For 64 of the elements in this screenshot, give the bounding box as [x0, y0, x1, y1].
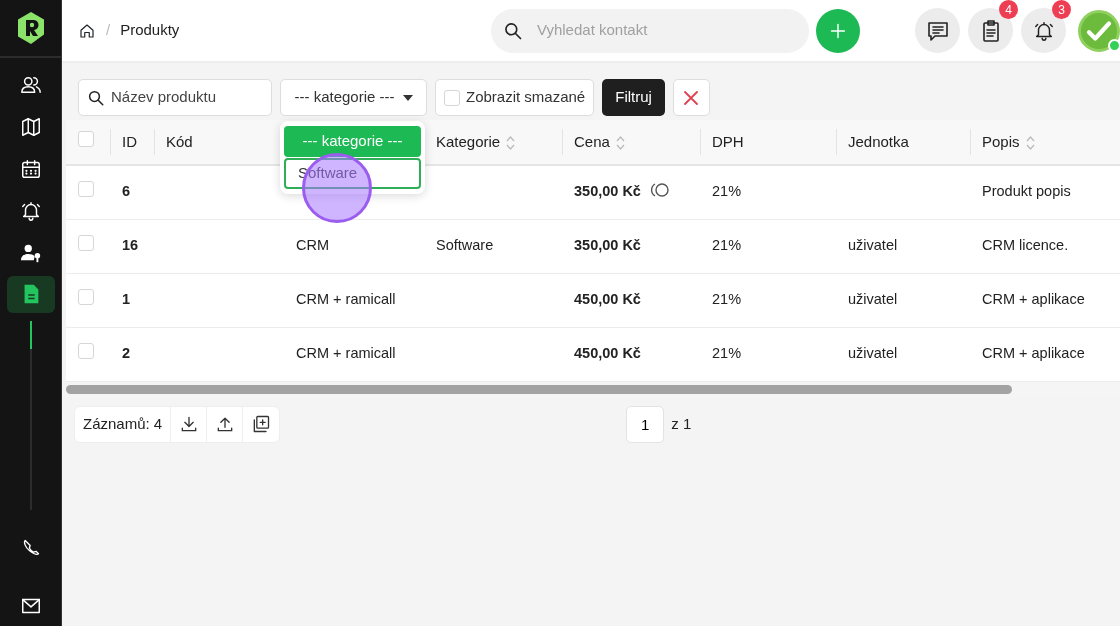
- table-cell: 21%: [712, 345, 742, 362]
- table-cell: Software: [436, 237, 494, 254]
- table-cell: CRM: [296, 237, 330, 254]
- table-cell: 350,00 Kč: [574, 183, 641, 200]
- logo-icon[interactable]: [15, 11, 46, 46]
- column-header: Kód: [166, 132, 193, 150]
- count-badge: 4: [999, 0, 1018, 19]
- column-header[interactable]: Cena: [574, 132, 610, 150]
- clear-button[interactable]: [672, 79, 710, 116]
- calendar-icon: [19, 157, 42, 180]
- sidebar-item[interactable]: [6, 275, 55, 313]
- column-header: DPH: [712, 132, 744, 150]
- scrollbar-thumb[interactable]: [66, 385, 1012, 394]
- table-cell: 6: [122, 183, 131, 200]
- table-cell: Produkt popis: [982, 183, 1071, 200]
- row-checkbox[interactable]: [78, 342, 94, 359]
- table-cell: uživatel: [848, 291, 898, 308]
- table-cell: CRM + ramicall: [296, 291, 396, 308]
- column-header[interactable]: Kategorie: [436, 132, 501, 150]
- table-cell: CRM + aplikace: [982, 345, 1085, 362]
- column-header: ID: [122, 132, 137, 150]
- column-header[interactable]: Popis: [982, 132, 1020, 150]
- count-badge: 3: [1052, 0, 1071, 19]
- table-cell: 350,00 Kč: [574, 237, 641, 254]
- select-all-checkbox[interactable]: [78, 130, 94, 147]
- category-select[interactable]: --- kategorie ---: [280, 79, 427, 116]
- table-cell: 21%: [712, 237, 742, 254]
- record-count: Záznamů: 4: [75, 406, 172, 442]
- add-copy-icon: [251, 414, 272, 434]
- bell-icon: [1032, 19, 1055, 42]
- search-input[interactable]: Vyhledat kontakt: [535, 18, 809, 43]
- show-deleted-checkbox[interactable]: Zobrazit smazané: [435, 79, 595, 116]
- table-cell: 21%: [712, 291, 742, 308]
- row-checkbox[interactable]: [78, 234, 94, 251]
- table-cell: 2: [122, 345, 131, 362]
- bell-icon: [19, 199, 42, 222]
- add-button[interactable]: [816, 8, 860, 53]
- caret-icon: [402, 94, 413, 101]
- page-total: z 1: [671, 413, 692, 434]
- table-cell: 16: [122, 237, 139, 254]
- table-cell: 21%: [712, 183, 742, 200]
- table-cell: uživatel: [848, 345, 898, 362]
- close-icon: [684, 90, 699, 105]
- search-icon: [503, 20, 523, 41]
- row-checkbox[interactable]: [78, 180, 94, 197]
- table-cell: CRM + aplikace: [982, 291, 1085, 308]
- table-cell: CRM licence.: [982, 237, 1069, 254]
- search-field[interactable]: Vyhledat kontakt: [491, 8, 809, 53]
- table-cell: uživatel: [848, 237, 898, 254]
- filter-button[interactable]: Filtruj: [602, 79, 665, 116]
- map-icon: [19, 116, 42, 139]
- breadcrumb-current: Produkty: [120, 20, 180, 41]
- name-field[interactable]: Název produktu: [78, 79, 272, 116]
- loading-icon: [649, 182, 670, 199]
- breadcrumb-separator: /: [106, 20, 111, 41]
- table-cell: 450,00 Kč: [574, 291, 641, 308]
- messages-button[interactable]: [915, 8, 960, 53]
- row-checkbox[interactable]: [78, 288, 94, 305]
- table-cell: 450,00 Kč: [574, 345, 641, 362]
- table-cell: CRM + ramicall: [296, 345, 396, 362]
- search-icon: [87, 88, 105, 107]
- column-header: Jednotka: [848, 132, 909, 150]
- table-cell: 1: [122, 291, 131, 308]
- page-field[interactable]: 1: [626, 405, 665, 443]
